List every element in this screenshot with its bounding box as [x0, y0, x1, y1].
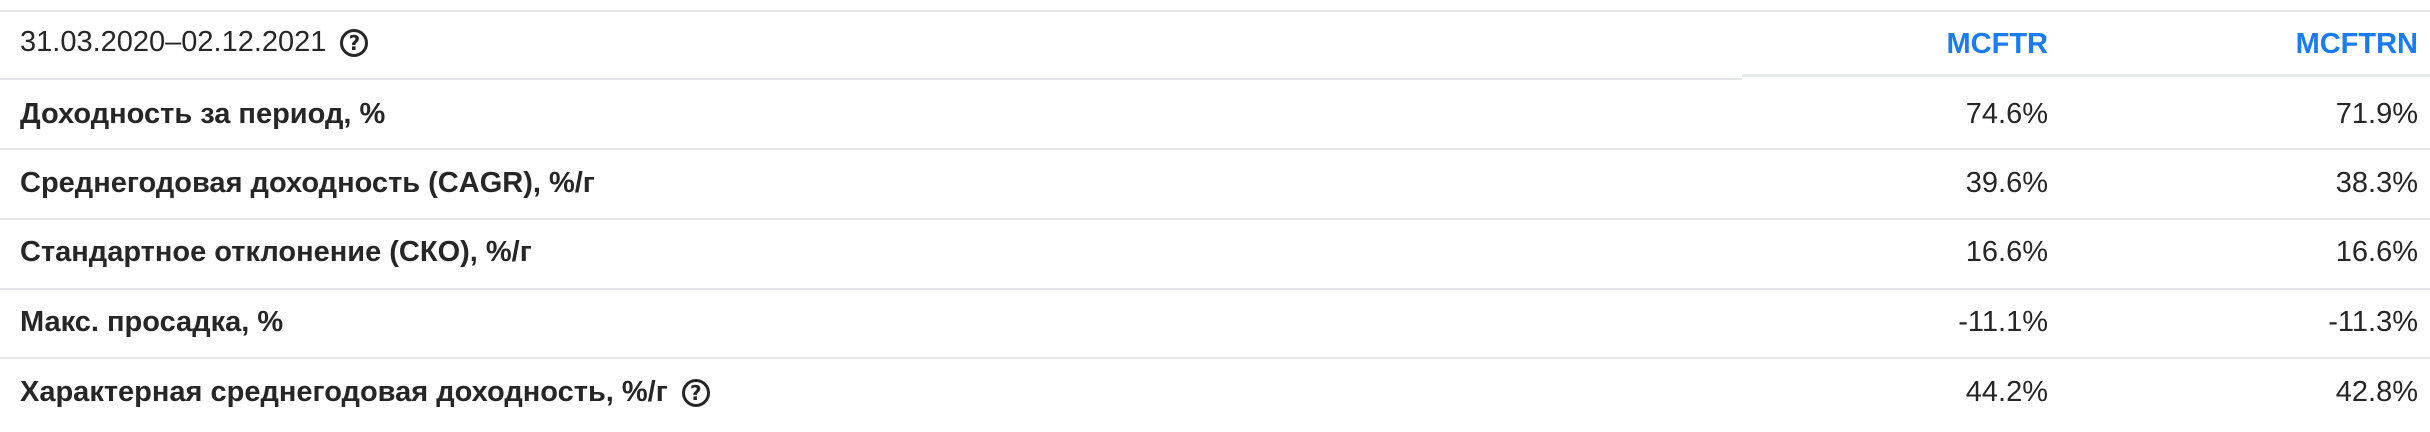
- divider: [0, 78, 1742, 80]
- row-label: Стандартное отклонение (СКО), %/г: [20, 236, 532, 268]
- value-mcftrn: -11.3%: [2328, 306, 2418, 338]
- row-label: Характерная среднегодовая доходность, %/…: [20, 376, 710, 409]
- period-text: 31.03.2020–02.12.2021: [20, 26, 327, 58]
- value-mcftr: 39.6%: [1965, 167, 2048, 199]
- value-mcftrn: 16.6%: [2335, 236, 2418, 268]
- divider: [0, 288, 2430, 290]
- divider: [0, 357, 2430, 359]
- value-mcftrn: 42.8%: [2335, 376, 2418, 408]
- row-label: Макс. просадка, %: [20, 306, 284, 338]
- divider: [0, 148, 2430, 150]
- period-range: 31.03.2020–02.12.2021?: [20, 26, 369, 59]
- column-header-mcftrn[interactable]: MCFTRN: [2296, 28, 2418, 61]
- row-label-text: Характерная среднегодовая доходность, %/…: [20, 376, 668, 408]
- row-label: Среднегодовая доходность (CAGR), %/г: [20, 167, 595, 199]
- help-icon[interactable]: ?: [340, 29, 369, 58]
- column-header-mcftr[interactable]: MCFTR: [1947, 28, 2048, 61]
- value-mcftrn: 38.3%: [2335, 167, 2418, 199]
- value-mcftr: 44.2%: [1965, 376, 2048, 408]
- column-header-underline: [1742, 74, 2430, 77]
- value-mcftrn: 71.9%: [2335, 98, 2418, 130]
- statistics-table: 31.03.2020–02.12.2021? MCFTR MCFTRN Дохо…: [0, 0, 2430, 432]
- value-mcftr: 74.6%: [1965, 98, 2048, 130]
- row-label: Доходность за период, %: [20, 98, 386, 130]
- divider: [0, 10, 2430, 12]
- divider: [0, 218, 2430, 220]
- value-mcftr: -11.1%: [1958, 306, 2048, 338]
- value-mcftr: 16.6%: [1965, 236, 2048, 268]
- help-icon[interactable]: ?: [681, 379, 710, 408]
